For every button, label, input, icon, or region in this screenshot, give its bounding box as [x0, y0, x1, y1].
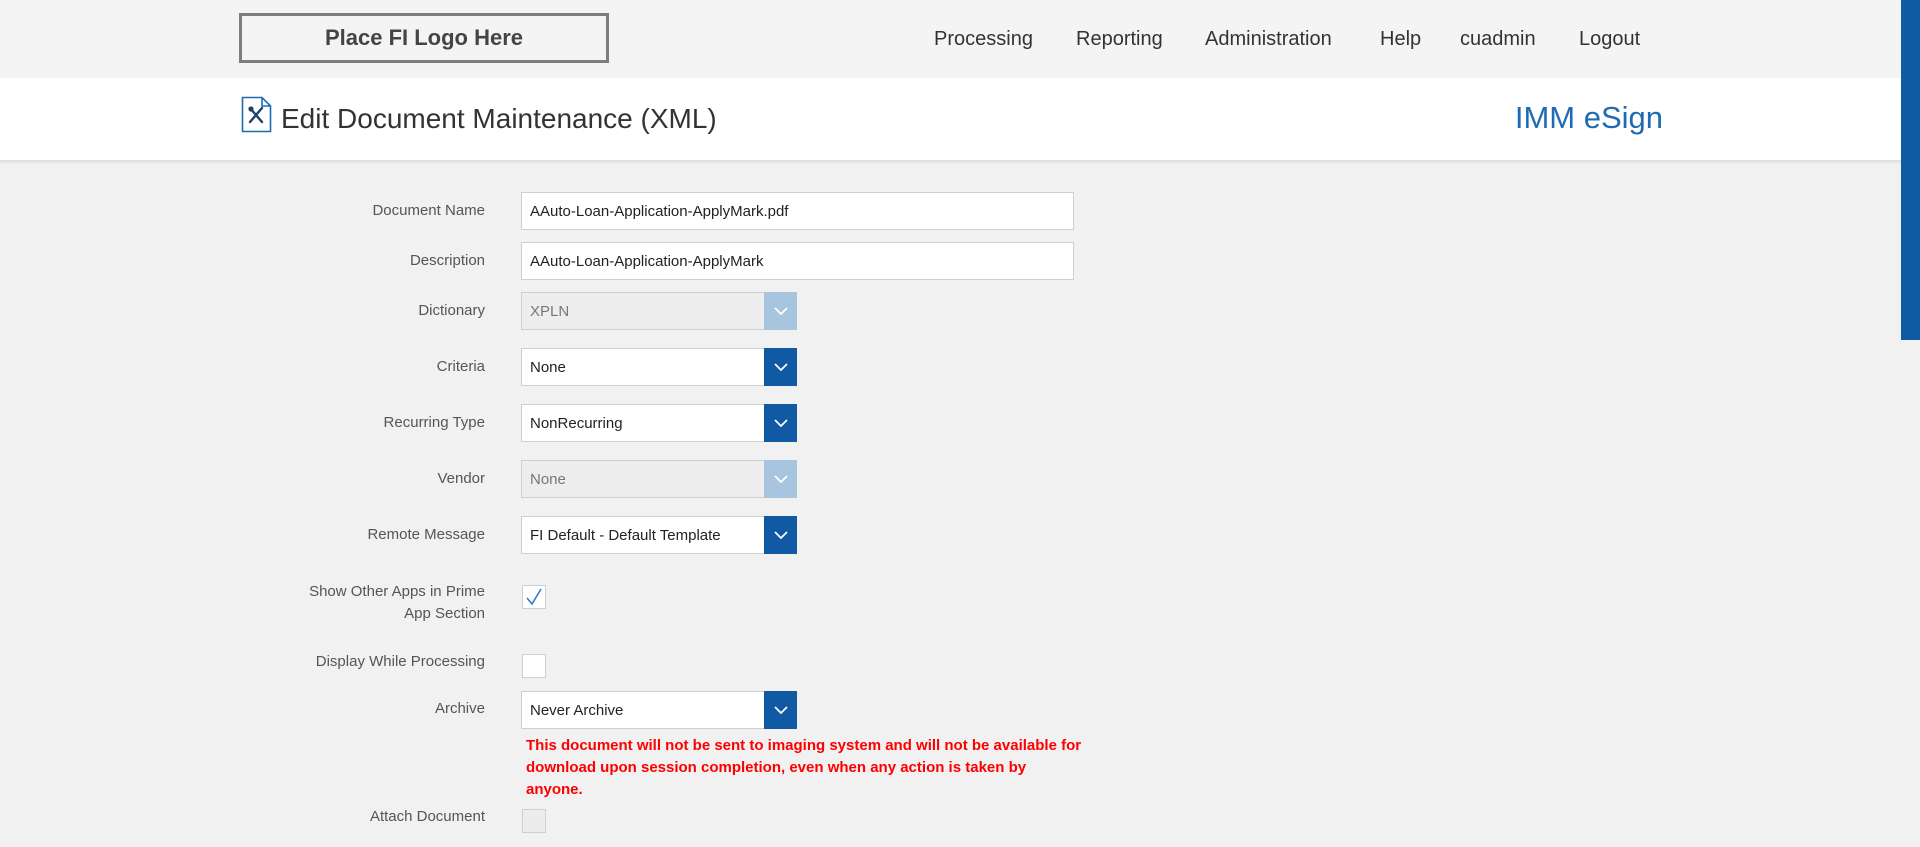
criteria-select[interactable]: None [521, 348, 797, 386]
remote-message-value: FI Default - Default Template [530, 527, 721, 544]
app-brand: IMM eSign [1514, 100, 1663, 135]
archive-value: Never Archive [530, 702, 624, 719]
remote-message-select[interactable]: FI Default - Default Template [521, 516, 797, 554]
chevron-down-icon [773, 307, 788, 315]
show-other-apps-checkbox[interactable] [522, 585, 546, 609]
criteria-dropdown-button[interactable] [764, 348, 797, 386]
display-while-processing-label: Display While Processing [315, 653, 485, 670]
dictionary-label: Dictionary [418, 302, 485, 319]
recurring-type-dropdown-button[interactable] [764, 404, 797, 442]
criteria-label: Criteria [436, 358, 485, 375]
archive-warning-message: This document will not be sent to imagin… [526, 737, 1082, 798]
nav-help[interactable]: Help [1380, 28, 1421, 58]
vendor-value: None [530, 471, 566, 488]
archive-dropdown-button[interactable] [764, 691, 797, 729]
recurring-type-label: Recurring Type [383, 414, 485, 431]
dictionary-value: XPLN [530, 303, 570, 320]
scrollbar-thumb[interactable] [1901, 0, 1920, 340]
nav-administration[interactable]: Administration [1205, 28, 1332, 58]
nav-logout[interactable]: Logout [1579, 28, 1640, 58]
chevron-down-icon [773, 419, 788, 427]
nav-reporting[interactable]: Reporting [1076, 28, 1163, 58]
chevron-down-icon [773, 475, 788, 483]
chevron-down-icon [773, 363, 788, 371]
recurring-type-value: NonRecurring [530, 415, 623, 432]
chevron-down-icon [773, 706, 788, 714]
dictionary-dropdown-button [764, 292, 797, 330]
vendor-label: Vendor [437, 470, 485, 487]
nav-user-cuadmin[interactable]: cuadmin [1460, 28, 1536, 58]
nav-processing[interactable]: Processing [934, 28, 1033, 58]
display-while-processing-checkbox[interactable] [522, 654, 546, 678]
archive-select[interactable]: Never Archive [521, 691, 797, 729]
attach-document-label: Attach Document [369, 808, 485, 825]
checkmark-icon [526, 588, 542, 606]
document-edit-icon [241, 96, 272, 133]
vendor-select: None [521, 460, 797, 498]
document-name-input[interactable] [521, 192, 1074, 230]
logo-text: Place FI Logo Here [324, 25, 524, 50]
description-label: Description [409, 252, 485, 269]
fi-logo-placeholder: Place FI Logo Here [239, 13, 609, 63]
attach-document-checkbox [522, 809, 546, 833]
page-title: Edit Document Maintenance (XML) [281, 103, 717, 134]
chevron-down-icon [773, 531, 788, 539]
description-input[interactable] [521, 242, 1074, 280]
vendor-dropdown-button [764, 460, 797, 498]
dictionary-select: XPLN [521, 292, 797, 330]
document-name-label: Document Name [372, 202, 485, 219]
remote-message-dropdown-button[interactable] [764, 516, 797, 554]
show-other-apps-label: Show Other Apps in Prime App Section [309, 583, 485, 622]
recurring-type-select[interactable]: NonRecurring [521, 404, 797, 442]
remote-message-label: Remote Message [367, 526, 485, 543]
archive-label: Archive [434, 700, 485, 717]
criteria-value: None [530, 359, 566, 376]
